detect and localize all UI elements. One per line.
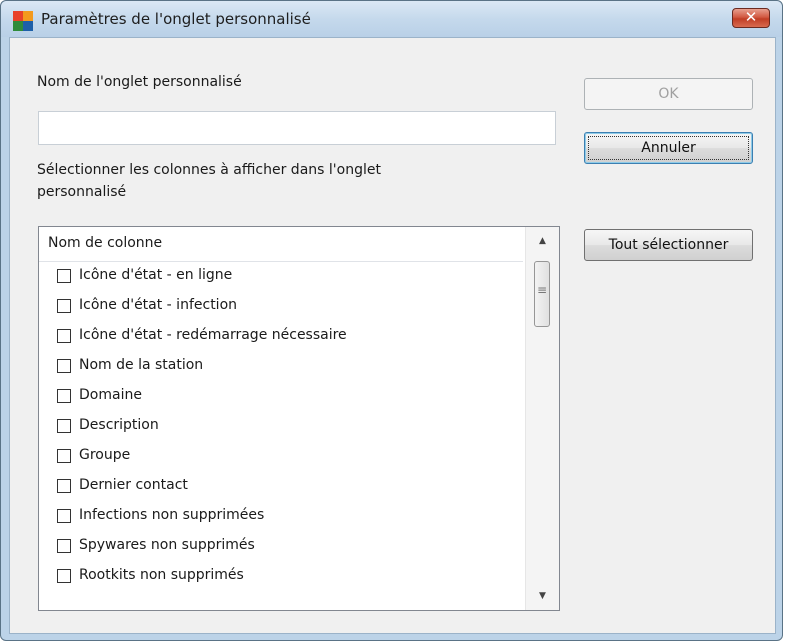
- checkbox[interactable]: [57, 329, 71, 343]
- list-header[interactable]: Nom de colonne: [39, 227, 523, 262]
- checkbox[interactable]: [57, 449, 71, 463]
- list-item[interactable]: Groupe: [39, 443, 523, 473]
- close-button[interactable]: ✕: [732, 8, 770, 28]
- list-item[interactable]: Nom de la station: [39, 353, 523, 383]
- list-item-label: Rootkits non supprimés: [79, 567, 244, 583]
- list-item-label: Description: [79, 417, 159, 433]
- list-item[interactable]: Icône d'état - redémarrage nécessaire: [39, 323, 523, 353]
- dialog-window: Paramètres de l'onglet personnalisé ✕ No…: [0, 0, 783, 641]
- title-bar: Paramètres de l'onglet personnalisé ✕: [1, 1, 782, 37]
- columns-label-line1: Sélectionner les colonnes à afficher dan…: [37, 162, 381, 178]
- scroll-up-icon[interactable]: ▲: [526, 231, 559, 251]
- checkbox[interactable]: [57, 539, 71, 553]
- scroll-down-icon[interactable]: ▼: [526, 586, 559, 606]
- scroll-thumb[interactable]: ≡: [534, 261, 550, 327]
- checkbox[interactable]: [57, 509, 71, 523]
- list-item[interactable]: Infections non supprimées: [39, 503, 523, 533]
- columns-list[interactable]: Nom de colonne Icône d'état - en ligne I…: [38, 226, 560, 611]
- columns-label-line2: personnalisé: [37, 184, 127, 200]
- list-item[interactable]: Domaine: [39, 383, 523, 413]
- select-all-button[interactable]: Tout sélectionner: [584, 229, 753, 261]
- column-name-header: Nom de colonne: [48, 235, 163, 251]
- list-item[interactable]: Dernier contact: [39, 473, 523, 503]
- checkbox[interactable]: [57, 359, 71, 373]
- list-item-label: Domaine: [79, 387, 142, 403]
- list-rows: Icône d'état - en ligne Icône d'état - i…: [39, 263, 523, 593]
- grip-icon: ≡: [536, 283, 548, 297]
- checkbox[interactable]: [57, 299, 71, 313]
- dialog-body: Nom de l'onglet personnalisé Sélectionne…: [9, 37, 776, 634]
- avg-app-icon: [13, 11, 33, 31]
- list-item-label: Icône d'état - infection: [79, 297, 238, 313]
- checkbox[interactable]: [57, 269, 71, 283]
- ok-button[interactable]: OK: [584, 78, 753, 110]
- checkbox[interactable]: [57, 479, 71, 493]
- cancel-button[interactable]: Annuler: [584, 132, 753, 164]
- list-item-label: Spywares non supprimés: [79, 537, 255, 553]
- list-item-label: Icône d'état - en ligne: [79, 267, 233, 283]
- list-item[interactable]: Spywares non supprimés: [39, 533, 523, 563]
- list-item[interactable]: Rootkits non supprimés: [39, 563, 523, 593]
- focus-rect: [588, 136, 749, 160]
- list-item-label: Infections non supprimées: [79, 507, 265, 523]
- checkbox[interactable]: [57, 569, 71, 583]
- list-item-label: Nom de la station: [79, 357, 204, 373]
- tab-name-label: Nom de l'onglet personnalisé: [37, 74, 242, 90]
- checkbox[interactable]: [57, 419, 71, 433]
- tab-name-input[interactable]: [38, 111, 556, 145]
- list-item-label: Dernier contact: [79, 477, 188, 493]
- list-item-label: Groupe: [79, 447, 131, 463]
- list-item-label: Icône d'état - redémarrage nécessaire: [79, 327, 347, 343]
- list-item[interactable]: Icône d'état - en ligne: [39, 263, 523, 293]
- window-title: Paramètres de l'onglet personnalisé: [41, 10, 311, 28]
- list-item[interactable]: Description: [39, 413, 523, 443]
- list-item[interactable]: Icône d'état - infection: [39, 293, 523, 323]
- close-icon: ✕: [744, 8, 758, 26]
- checkbox[interactable]: [57, 389, 71, 403]
- vertical-scrollbar[interactable]: ▲ ≡ ▼: [525, 227, 559, 610]
